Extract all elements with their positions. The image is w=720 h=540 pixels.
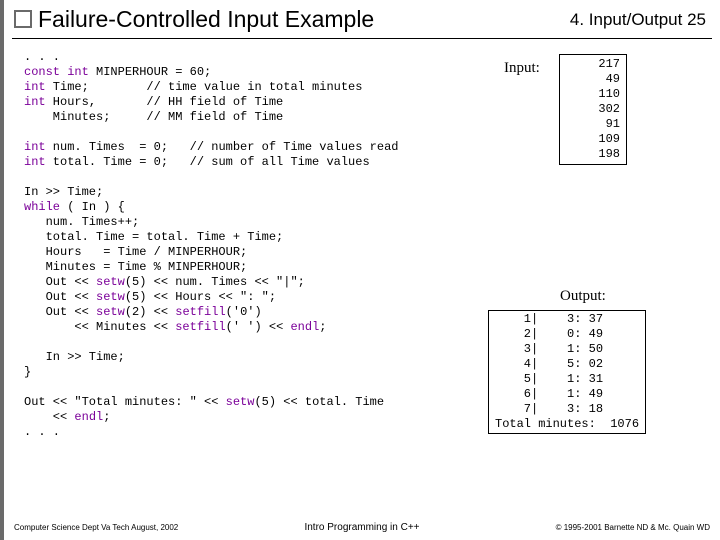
slide-title: Failure-Controlled Input Example <box>38 6 374 33</box>
code-text: (5) << Hours << ": "; <box>125 290 276 304</box>
code-text: << Minutes << <box>24 320 175 334</box>
keyword: setw <box>226 395 255 409</box>
keyword: setw <box>96 275 125 289</box>
footer: Computer Science Dept Va Tech August, 20… <box>14 520 710 534</box>
keyword: setfill <box>175 320 225 334</box>
code-text: Hours, // HH field of Time <box>46 95 284 109</box>
input-box: 217 49 110 302 91 109 198 <box>559 54 627 165</box>
code-text: (5) << total. Time <box>254 395 384 409</box>
keyword: const int <box>24 65 89 79</box>
code-text: << <box>24 410 74 424</box>
keyword: while <box>24 200 60 214</box>
keyword: int <box>24 140 46 154</box>
footer-left: Computer Science Dept Va Tech August, 20… <box>14 523 178 532</box>
code-text: total. Time = 0; // sum of all Time valu… <box>46 155 370 169</box>
slide: Failure-Controlled Input Example 4. Inpu… <box>0 0 720 540</box>
keyword: int <box>24 80 46 94</box>
code-line: . . . <box>24 425 60 439</box>
code-line: num. Times++; <box>24 215 139 229</box>
footer-right: © 1995-2001 Barnette ND & Mc. Quain WD <box>556 523 710 532</box>
keyword: setw <box>96 305 125 319</box>
output-box: 1| 3: 37 2| 0: 49 3| 1: 50 4| 5: 02 5| 1… <box>488 310 646 434</box>
code-text: Time; // time value in total minutes <box>46 80 363 94</box>
code-text: ; <box>103 410 110 424</box>
code-line: In >> Time; <box>24 350 125 364</box>
code-text: (' ') << <box>226 320 291 334</box>
code-text: (2) << <box>125 305 175 319</box>
keyword: int <box>24 95 46 109</box>
code-line: total. Time = total. Time + Time; <box>24 230 283 244</box>
footer-mid: Intro Programming in C++ <box>304 522 419 533</box>
code-text: Out << <box>24 290 96 304</box>
code-line: In >> Time; <box>24 185 103 199</box>
code-line: Minutes = Time % MINPERHOUR; <box>24 260 247 274</box>
code-text: ; <box>319 320 326 334</box>
keyword: int <box>24 155 46 169</box>
code-block: . . . const int MINPERHOUR = 60; int Tim… <box>24 50 398 440</box>
keyword: endl <box>74 410 103 424</box>
code-text: Out << <box>24 275 96 289</box>
output-label: Output: <box>560 288 606 305</box>
code-text: Out << <box>24 305 96 319</box>
header-rule <box>12 38 712 39</box>
keyword: endl <box>290 320 319 334</box>
code-line: Minutes; // MM field of Time <box>24 110 283 124</box>
slide-section: 4. Input/Output 25 <box>570 10 706 30</box>
code-line: } <box>24 365 31 379</box>
code-text: ('0') <box>226 305 262 319</box>
keyword: setw <box>96 290 125 304</box>
code-text: (5) << num. Times << "|"; <box>125 275 305 289</box>
input-label: Input: <box>504 60 540 77</box>
bullet-icon <box>14 10 32 28</box>
code-text: Out << "Total minutes: " << <box>24 395 226 409</box>
code-line: . . . <box>24 50 60 64</box>
code-text: MINPERHOUR = 60; <box>89 65 211 79</box>
code-text: num. Times = 0; // number of Time values… <box>46 140 399 154</box>
code-line: Hours = Time / MINPERHOUR; <box>24 245 247 259</box>
code-text: ( In ) { <box>60 200 125 214</box>
keyword: setfill <box>175 305 225 319</box>
